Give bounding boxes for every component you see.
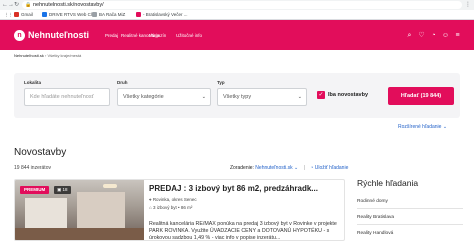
quick-search-item[interactable]: Reality Handlová: [357, 231, 463, 237]
logo-text: Nehnuteľnosti: [28, 30, 89, 40]
camera-icon: ▣: [57, 187, 62, 192]
logo-icon: n: [14, 29, 25, 41]
breadcrumb-home[interactable]: Nehnuteľnosti.sk: [14, 53, 44, 58]
category-label: Druh: [117, 80, 128, 85]
nav-magazin[interactable]: Magazín: [149, 33, 166, 39]
listing-photo[interactable]: PREMIUM ▣ 18: [15, 180, 144, 240]
quick-search-item[interactable]: Rodinné domy: [357, 199, 463, 205]
home-icon: ⌂: [149, 205, 152, 210]
apps-icon[interactable]: ⋮⋮: [4, 12, 13, 18]
listing-card[interactable]: PREMIUM ▣ 18 PREDAJ : 3 izbový byt 86 m2…: [14, 179, 345, 241]
new-only-checkbox[interactable]: ✓: [317, 91, 325, 99]
site-logo[interactable]: n Nehnuteľnosti: [14, 29, 89, 41]
divider: |: [303, 165, 305, 171]
premium-badge: PREMIUM: [20, 186, 50, 194]
bookmark-label: - Bratislavský Večer ...: [143, 12, 188, 17]
page-title: Novostavby: [14, 147, 67, 158]
nav-uzitocne-info[interactable]: Užitočné info: [176, 33, 202, 39]
type-select[interactable]: Všetky typy ⌄: [217, 88, 307, 106]
advanced-search-label: Rozšírené hľadanie: [398, 124, 442, 130]
photo-floor: [15, 228, 144, 240]
save-search-label: Uložiť hľadanie: [314, 165, 349, 171]
user-icon[interactable]: ☺: [441, 31, 450, 40]
photo-light: [103, 184, 117, 188]
drive-icon: [42, 12, 47, 17]
bell-icon: ◔: [310, 165, 314, 171]
bookmarks-bar: ⋮⋮ Gmail DRIVE RTVS Web Cl... BA Rača Mi…: [0, 10, 474, 20]
breadcrumb: Nehnuteľnosti.sk › Všetky kraje/mestá: [14, 53, 81, 58]
page-icon: [92, 12, 97, 17]
listing-description: Realitná kancelária RE/MAX ponúka na pre…: [149, 221, 337, 241]
site-header: n Nehnuteľnosti Predaj Realitné kancelár…: [0, 20, 474, 50]
browser-toolbar: ← → ↻ 🔒 nehnutelnosti.sk/novostavby/ ⋮: [0, 0, 474, 10]
menu-icon[interactable]: ≡: [453, 31, 462, 40]
gmail-icon: [14, 12, 19, 17]
bookmark-label: Gmail: [21, 12, 33, 17]
sort-bar: Zoradenie: Nehnuteľnosti.sk ⌄ | ◔ Uložiť…: [230, 165, 348, 171]
chevron-down-icon: ⌄: [442, 124, 448, 130]
quick-search-title: Rýchle hľadania: [357, 178, 419, 188]
nav-predaj[interactable]: Predaj: [105, 33, 118, 39]
heart-icon[interactable]: ♡: [417, 31, 426, 40]
bookmark-ba-raca[interactable]: BA Rača MiZ: [92, 12, 125, 18]
type-label: Typ: [217, 80, 225, 85]
new-only-label[interactable]: Iba novostavby: [328, 92, 368, 98]
address-bar[interactable]: 🔒 nehnutelnosti.sk/novostavby/: [22, 1, 462, 9]
bookmark-drive[interactable]: DRIVE RTVS Web Cl...: [42, 12, 96, 18]
bell-icon[interactable]: ◔: [429, 31, 438, 40]
location-pin-icon: ⌖: [149, 197, 152, 202]
search-button[interactable]: Hľadať (19 844): [388, 87, 454, 105]
photo-count-badge: ▣ 18: [54, 186, 71, 194]
heart-icon: [136, 12, 141, 17]
category-value: Všetky kategórie: [123, 94, 164, 100]
chevron-down-icon: ⌄: [297, 94, 302, 100]
photo-count: 18: [62, 187, 68, 192]
sort-value: Nehnuteľnosti.sk: [255, 165, 293, 171]
listing-location-text: Rovinka, okres Senec: [152, 197, 197, 202]
lock-icon: 🔒: [25, 2, 32, 8]
listing-details: ⌂ 3 izbový byt • 86 m²: [149, 205, 192, 211]
url-text[interactable]: nehnutelnosti.sk/novostavby/: [33, 2, 104, 8]
listing-title[interactable]: PREDAJ : 3 izbový byt 86 m2, predzáhradk…: [149, 184, 341, 194]
bookmark-gmail[interactable]: Gmail: [14, 12, 33, 18]
search-panel: Lokalita Kde hľadáte nehnuteľnosť Druh V…: [14, 73, 460, 118]
photo-wall: [77, 192, 125, 228]
bookmark-vecer[interactable]: - Bratislavský Večer ...: [136, 12, 188, 18]
sort-label: Zoradenie:: [230, 165, 254, 171]
location-input[interactable]: Kde hľadáte nehnuteľnosť: [24, 88, 110, 106]
sort-select[interactable]: Nehnuteľnosti.sk ⌄: [255, 165, 298, 171]
divider: [357, 224, 463, 225]
results-count: 19 844 inzerátov: [14, 165, 51, 171]
bookmark-label: DRIVE RTVS Web Cl...: [49, 12, 96, 17]
save-search-link[interactable]: ◔ Uložiť hľadanie: [310, 165, 348, 171]
bookmark-label: BA Rača MiZ: [99, 12, 126, 17]
search-icon[interactable]: ⌕: [405, 31, 414, 40]
quick-search-item[interactable]: Reality Bratislava: [357, 215, 463, 221]
listing-location: ⌖ Rovinka, okres Senec: [149, 197, 197, 203]
listing-details-text: 3 izbový byt • 86 m²: [152, 205, 193, 210]
chevron-down-icon: ⌄: [201, 94, 206, 100]
breadcrumb-current: Všetky kraje/mestá: [47, 53, 82, 58]
advanced-search-link[interactable]: Rozšírené hľadanie ⌄: [398, 124, 447, 130]
divider: [357, 208, 463, 209]
browser-menu-icon[interactable]: ⋮: [465, 1, 471, 9]
photo-wall: [25, 198, 67, 228]
category-select[interactable]: Všetky kategórie ⌄: [117, 88, 211, 106]
reload-icon[interactable]: ↻: [14, 1, 19, 9]
type-value: Všetky typy: [223, 94, 252, 100]
location-label: Lokalita: [24, 80, 42, 85]
